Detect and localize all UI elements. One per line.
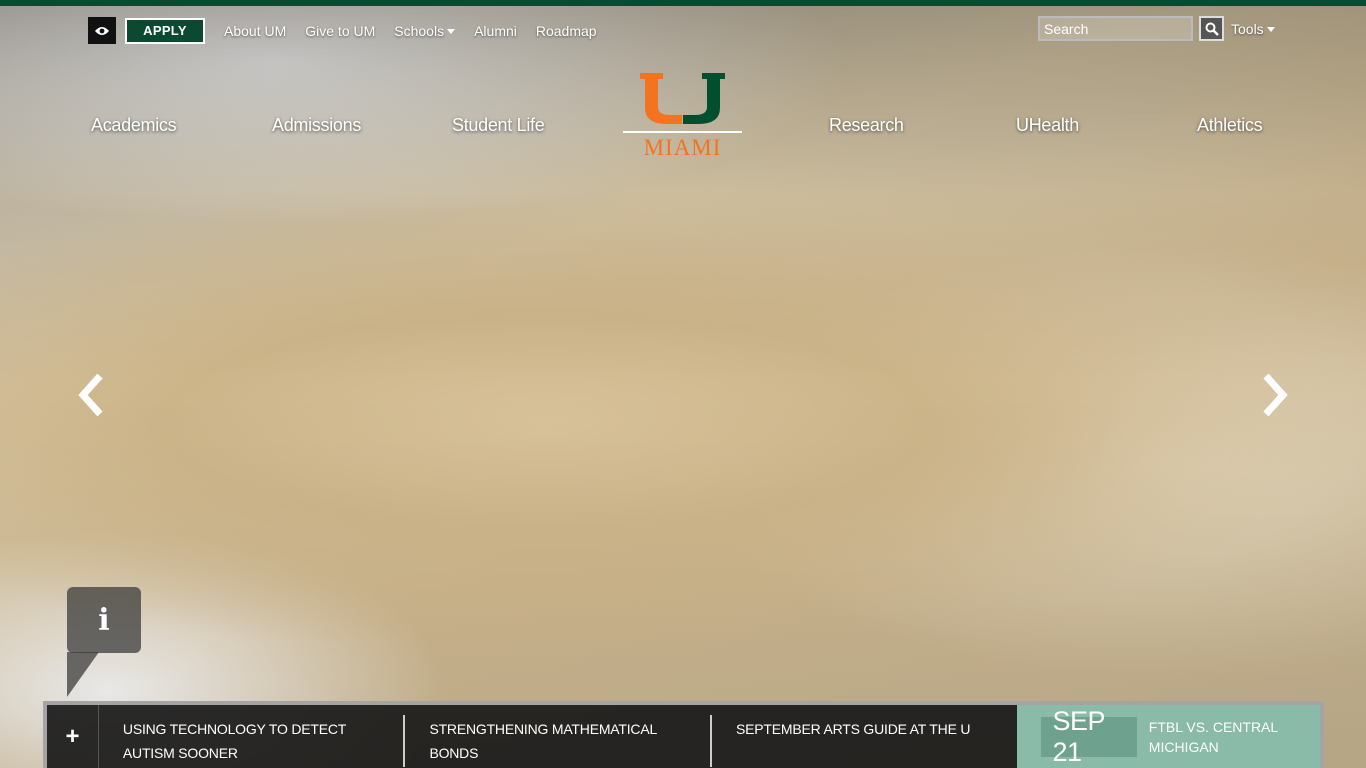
info-icon: i: [98, 602, 110, 638]
expand-news-button[interactable]: +: [47, 705, 99, 768]
info-caption-tail: [67, 652, 99, 697]
um-logo[interactable]: MIAMI: [623, 72, 742, 166]
apply-button[interactable]: APPLY: [125, 17, 205, 44]
about-um-link[interactable]: About UM: [224, 23, 286, 39]
nav-uhealth[interactable]: UHealth: [1016, 115, 1079, 136]
news-item[interactable]: USING TECHNOLOGY TO DETECT AUTISM SOONER: [99, 705, 404, 768]
nav-academics[interactable]: Academics: [91, 115, 177, 136]
news-item[interactable]: SEPTEMBER ARTS GUIDE AT THE U: [712, 705, 1017, 768]
miami-wordmark: MIAMI: [643, 135, 722, 160]
event-card[interactable]: SEP 21 FTBL VS. CENTRAL MICHIGAN: [1016, 705, 1321, 768]
utility-tools: Tools: [1038, 16, 1275, 41]
info-caption-button[interactable]: i: [67, 587, 141, 653]
search-button[interactable]: [1199, 16, 1224, 41]
top-accent-strip: [0, 0, 1366, 6]
u-logo-mark: [623, 73, 742, 133]
event-date: SEP 21: [1040, 706, 1137, 767]
utility-nav: APPLY About UM Give to UM Schools Alumni…: [88, 17, 616, 44]
news-bar: + USING TECHNOLOGY TO DETECT AUTISM SOON…: [43, 701, 1324, 768]
caret-down-icon: [447, 28, 456, 34]
nav-athletics[interactable]: Athletics: [1197, 115, 1263, 136]
alumni-link[interactable]: Alumni: [474, 23, 517, 39]
about-um-label: About UM: [224, 22, 287, 39]
schools-dropdown[interactable]: Schools: [394, 22, 456, 39]
nav-student-life[interactable]: Student Life: [452, 115, 545, 136]
nav-research[interactable]: Research: [829, 115, 904, 136]
schools-label: Schools: [394, 22, 445, 39]
chevron-left-icon: [78, 373, 103, 417]
eye-icon: [95, 26, 109, 35]
search-input[interactable]: [1038, 16, 1193, 41]
alumni-label: Alumni: [474, 22, 517, 39]
roadmap-link[interactable]: Roadmap: [536, 23, 597, 39]
nav-admissions[interactable]: Admissions: [272, 115, 361, 136]
carousel-prev-button[interactable]: [76, 372, 108, 418]
tools-label: Tools: [1231, 20, 1264, 37]
caret-down-icon: [1266, 26, 1275, 32]
chevron-right-icon: [1263, 373, 1288, 417]
carousel-next-button[interactable]: [1258, 372, 1290, 418]
accessibility-eye-button[interactable]: [88, 17, 116, 44]
give-to-um-link[interactable]: Give to UM: [305, 23, 375, 39]
roadmap-label: Roadmap: [535, 22, 597, 39]
tools-dropdown[interactable]: Tools: [1231, 21, 1275, 37]
plus-icon: +: [65, 722, 80, 750]
give-to-um-label: Give to UM: [305, 22, 376, 39]
search-icon: [1205, 22, 1219, 36]
event-title: FTBL VS. CENTRAL MICHIGAN: [1148, 719, 1278, 755]
news-item[interactable]: STRENGTHENING MATHEMATICAL BONDS: [405, 705, 710, 768]
